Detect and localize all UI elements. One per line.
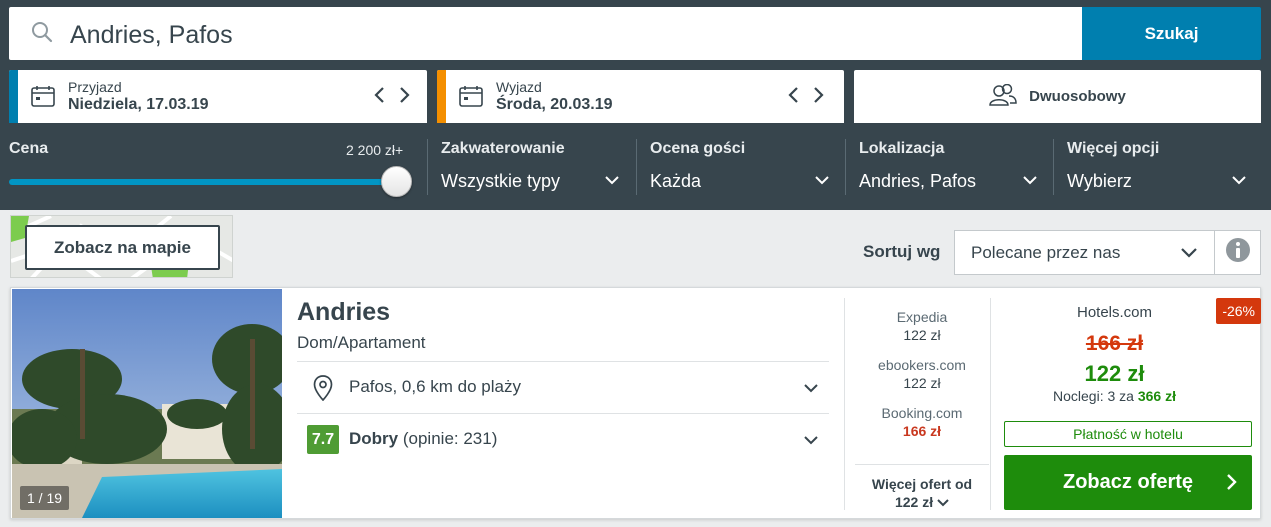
hotel-photo[interactable]: 1 / 19 [12,289,282,518]
chevron-down-icon [937,494,949,510]
checkout-accent [437,70,446,123]
accommodation-filter-value[interactable]: Wszystkie typy [441,171,560,192]
checkout-date-field[interactable]: Wyjazd Środa, 20.03.19 [437,70,844,123]
rating-score-badge: 7.7 [307,425,339,454]
chevron-right-icon[interactable] [395,85,413,105]
divider [990,298,991,510]
price-slider-handle[interactable] [381,166,412,197]
property-type: Dom/Apartament [297,333,426,352]
chevron-right-icon [1226,473,1238,497]
offer-price: 122 zł [903,375,941,391]
search-icon [31,21,53,48]
rating-filter-label: Ocena gości [650,140,746,157]
chevron-down-icon[interactable] [603,173,621,192]
search-button[interactable]: Szukaj [1082,7,1261,60]
map-pin-icon [313,375,333,406]
rating-text: Dobry (opinie: 231) [349,429,497,449]
offer-item[interactable]: ebookers.com 122 zł [855,356,989,392]
chevron-left-icon[interactable] [371,85,389,105]
chevron-right-icon[interactable] [809,85,827,105]
more-offers-price: 122 zł [894,494,934,510]
checkin-accent [9,70,18,123]
pay-at-hotel-badge: Płatność w hotelu [1004,421,1252,447]
hotel-name[interactable]: Andries [297,298,390,327]
calendar-icon [459,85,483,112]
checkin-value: Niedziela, 17.03.19 [68,96,209,113]
chevron-down-icon [1180,245,1198,265]
offer-price: 122 zł [903,327,941,343]
filter-divider [636,139,637,195]
calendar-icon [31,85,55,112]
filter-divider [427,139,428,195]
rating-row[interactable]: 7.7 Dobry (opinie: 231) [297,414,829,466]
offer-item[interactable]: Booking.com 166 zł [855,404,989,440]
location-text: Pafos, 0,6 km do plaży [349,377,521,396]
checkin-date-field[interactable]: Przyjazd Niedziela, 17.03.19 [9,70,427,123]
rating-filter-value[interactable]: Każda [650,171,701,192]
nights-text: Noclegi: 3 za [1053,388,1134,404]
divider [844,298,845,510]
accommodation-filter-label: Zakwaterowanie [441,140,565,157]
search-query[interactable]: Andries, Pafos [70,21,233,50]
chevron-down-icon[interactable] [1230,173,1248,192]
checkin-label: Przyjazd [68,79,122,95]
offer-provider: Expedia [896,309,948,325]
price-filter-label: Cena [9,140,49,157]
chevron-down-icon[interactable] [1021,173,1039,192]
search-input[interactable]: Andries, Pafos [9,7,1082,60]
sort-label: Sortuj wg [863,242,941,261]
location-row[interactable]: Pafos, 0,6 km do plaży [297,362,829,413]
info-icon [1225,237,1251,268]
more-offers-label: Więcej ofert od [871,476,973,492]
rating-reviews: (opinie: 231) [402,429,498,448]
more-offers-price-line: 122 zł [855,493,989,511]
price-max-value: 2 200 zł+ [346,142,404,158]
sort-info-button[interactable] [1214,230,1261,275]
sort-select[interactable]: Polecane przez nas [954,230,1215,275]
more-options-value[interactable]: Wybierz [1067,171,1132,192]
location-filter-label: Lokalizacja [859,140,945,157]
old-price-value: 166 zł [1085,332,1144,355]
hotel-result-card: 1 / 19 Andries Dom/Apartament Pafos, 0,6… [10,287,1261,519]
chevron-down-icon [803,433,819,451]
search-header: Andries, Pafos Szukaj Przyjazd Niedziela… [0,0,1271,123]
chevron-left-icon[interactable] [785,85,803,105]
offer-price: 166 zł [902,423,942,439]
users-icon [989,83,1017,110]
other-offers-list: Expedia 122 zł ebookers.com 122 zł Booki… [855,308,989,452]
view-offer-button[interactable]: Zobacz ofertę [1004,455,1252,510]
photo-counter: 1 / 19 [20,486,70,510]
room-type-label: Dwuosobowy [1029,88,1126,105]
view-on-map-button[interactable]: Zobacz na mapie [25,225,220,270]
deal-provider: Hotels.com [1076,304,1153,321]
room-type-selector[interactable]: Dwuosobowy [854,70,1261,123]
filter-divider [845,139,846,195]
top-deal-panel: -26% Hotels.com 166 zł 122 zł Noclegi: 3… [1002,289,1261,518]
checkout-value: Środa, 20.03.19 [496,96,613,113]
more-offers-button[interactable]: Więcej ofert od 122 zł [855,464,989,511]
offer-item[interactable]: Expedia 122 zł [855,308,989,344]
sort-value: Polecane przez nas [971,242,1121,262]
offer-provider: ebookers.com [878,357,966,373]
nights-total: 366 zł [1137,388,1176,404]
rating-word: Dobry [349,429,399,448]
new-price: 122 zł [1084,361,1145,386]
more-options-label: Więcej opcji [1067,140,1160,157]
filter-divider [1053,139,1054,195]
old-price: 166 zł [1002,332,1227,356]
filter-bar: Cena 2 200 zł+ Zakwaterowanie Wszystkie … [0,123,1271,210]
checkout-label: Wyjazd [496,79,542,95]
price-slider-track[interactable] [9,179,398,185]
view-offer-label: Zobacz ofertę [1062,471,1194,493]
chevron-down-icon [803,381,819,399]
location-filter-value[interactable]: Andries, Pafos [859,171,976,192]
chevron-down-icon[interactable] [813,173,831,192]
offer-provider: Booking.com [881,405,963,421]
nights-summary: Noclegi: 3 za 366 zł [1002,388,1227,404]
